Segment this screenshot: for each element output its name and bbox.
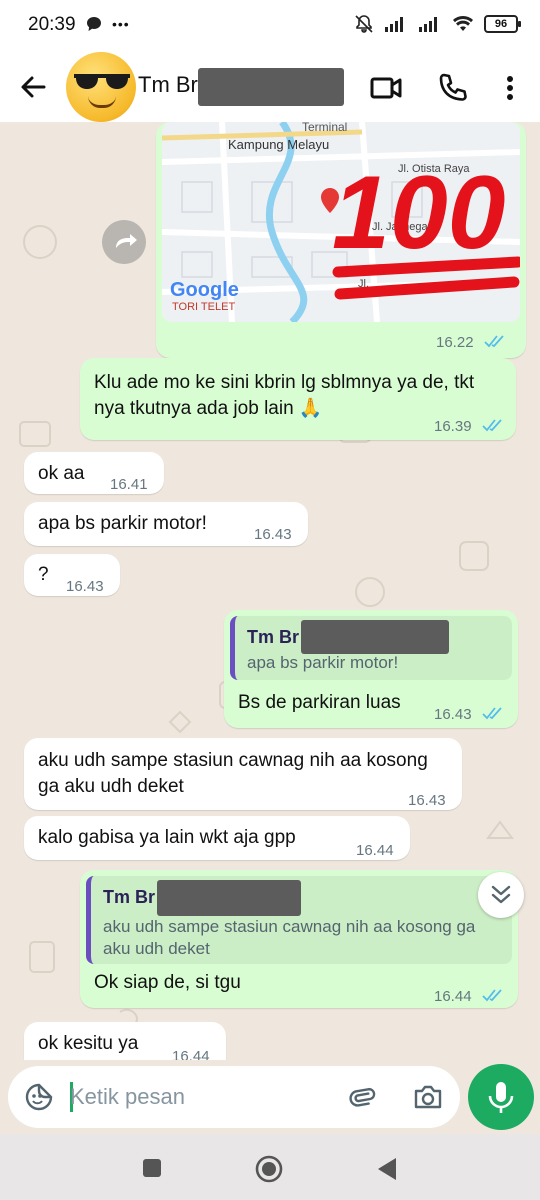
message-time: 16.43 [66,578,104,595]
message-text: Bs de parkiran luas [238,692,401,713]
map-tiles: Terminal Kampung Melayu Jl. Otista Raya … [162,122,520,322]
chat-bubble-notification-icon [87,17,101,31]
message-text: apa bs parkir motor! [38,513,207,534]
message-bubble[interactable]: ? 16.43 [24,554,120,596]
phone-icon[interactable] [432,68,472,108]
status-more-dots: ••• [112,16,130,32]
quoted-message[interactable]: Tm Br aku udh sampe stasiun cawnag nih a… [86,876,512,964]
redacted-block [157,880,301,916]
reply-message-bubble[interactable]: Tm Br aku udh sampe stasiun cawnag nih a… [80,870,518,1008]
status-bar: 20:39 ••• 96 [0,0,540,52]
home-icon[interactable] [254,1154,284,1184]
microphone-icon [488,1082,514,1113]
forward-button[interactable] [102,220,146,264]
quoted-text: apa bs parkir motor! [247,653,399,672]
chevrons-down-icon [491,885,511,904]
message-time: 16.43 [408,792,446,809]
message-time: 16.43 [254,526,292,543]
scroll-to-bottom-button[interactable] [478,872,524,918]
message-bubble[interactable]: Klu ade mo ke sini kbrin lg sblmnya ya d… [80,358,516,440]
message-time: 16.44 [356,842,394,859]
message-bubble[interactable]: apa bs parkir motor! 16.43 [24,502,308,546]
arrow-left-icon[interactable] [14,68,52,106]
video-camera-icon[interactable] [366,68,406,108]
location-message[interactable]: Terminal Kampung Melayu Jl. Otista Raya … [156,122,526,358]
message-bubble[interactable]: ok aa 16.41 [24,452,164,494]
avatar-smile [88,96,116,108]
message-composer [8,1066,460,1128]
chat-header: Tm Br [0,52,540,122]
message-input[interactable] [70,1078,330,1116]
double-check-icon [482,419,502,432]
more-vert-icon[interactable] [490,68,530,108]
double-check-icon [482,989,502,1002]
quoted-sender: Tm Br [247,627,300,647]
message-text: ok aa [38,463,85,484]
contact-name[interactable]: Tm Br [138,72,198,98]
message-time: 16.44 [434,988,472,1005]
message-text: ? [38,564,49,585]
message-text: Ok siap de, si tgu [94,972,241,993]
back-nav-icon[interactable] [376,1156,398,1182]
message-time: 16.22 [436,334,474,351]
location-map[interactable]: Terminal Kampung Melayu Jl. Otista Raya … [162,122,520,322]
message-text: aku udh sampe stasiun cawnag nih aa koso… [38,750,428,797]
map-label-area: Kampung Melayu [228,137,329,152]
google-logo: Google [170,279,239,301]
reply-message-bubble[interactable]: Tm Br apa bs parkir motor! Bs de parkira… [224,610,518,728]
double-check-icon [482,707,502,720]
quoted-text: aku udh sampe stasiun cawnag nih aa koso… [103,917,476,958]
battery-indicator: 96 [484,15,521,33]
microphone-button[interactable] [468,1064,534,1130]
redacted-block [301,620,449,654]
message-time: 16.39 [434,418,472,435]
signal-icon [385,17,403,32]
system-nav-bar [0,1134,540,1200]
message-text: ok kesitu ya [38,1033,139,1054]
message-time: 16.44 [172,1048,210,1060]
message-bubble[interactable]: kalo gabisa ya lain wkt aja gpp 16.44 [24,816,410,860]
svg-text:100: 100 [332,155,506,271]
redacted-block [198,68,344,106]
quoted-sender: Tm Br [103,887,156,907]
paperclip-icon[interactable] [346,1082,376,1112]
message-bubble[interactable]: aku udh sampe stasiun cawnag nih aa koso… [24,738,462,810]
wifi-icon [453,16,473,31]
recent-apps-icon[interactable] [142,1158,162,1178]
status-time: 20:39 [28,14,76,35]
map-place-label: TORI TELET [172,301,235,313]
message-time: 16.41 [110,476,148,493]
avatar[interactable] [66,52,136,122]
quoted-message[interactable]: Tm Br apa bs parkir motor! [230,616,512,680]
mute-bell-icon [355,15,373,33]
message-text: kalo gabisa ya lain wkt aja gpp [38,827,296,848]
forward-icon [116,234,137,248]
message-bubble[interactable]: ok kesitu ya 16.44 [24,1022,226,1060]
map-label-terminal: Terminal [302,122,347,134]
sunglasses-icon [74,74,130,89]
chat-area[interactable]: Terminal Kampung Melayu Jl. Otista Raya … [0,122,540,1060]
camera-icon[interactable] [412,1082,444,1112]
double-check-icon [484,335,504,348]
message-time: 16.43 [434,706,472,723]
sticker-icon[interactable] [24,1082,54,1112]
signal-icon-2 [419,17,437,32]
